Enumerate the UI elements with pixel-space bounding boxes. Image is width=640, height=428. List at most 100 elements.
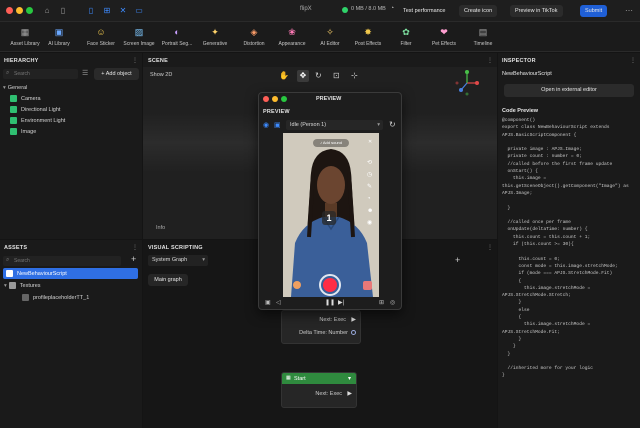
flip-camera-icon[interactable]: ⟲ — [367, 157, 373, 169]
tool-timeline[interactable]: ▤ Timeline — [458, 24, 508, 50]
code-line: @component() — [502, 118, 536, 123]
ai-editor-icon: ✧ — [326, 27, 334, 37]
settings-icon[interactable]: ◎ — [390, 299, 395, 306]
texture-icon — [22, 294, 29, 302]
code-line: if (mode === APJS.StretchMode.Fit) — [502, 271, 613, 277]
code-line: else — [502, 307, 530, 313]
panel-menu-icon[interactable]: ⋮ — [132, 244, 138, 251]
generative-icon: ✦ — [211, 27, 219, 37]
filters-icon[interactable]: ◔ — [367, 193, 373, 205]
more-icon[interactable]: ⋯ — [624, 6, 634, 16]
filter-icon[interactable]: ☰ — [82, 69, 88, 77]
pivot-tool-icon[interactable]: ⊹ — [351, 71, 358, 80]
minimize-window-button[interactable] — [272, 96, 278, 102]
sound-icon[interactable]: ◁ — [276, 299, 281, 306]
panel-icon[interactable]: ▭ — [134, 6, 144, 16]
tools-icon[interactable]: ✕ — [118, 6, 128, 16]
add-sound-button[interactable]: ♪ Add sound — [313, 139, 349, 147]
panel-menu-icon[interactable]: ⋮ — [630, 57, 636, 64]
phone-preview[interactable]: ♪ Add sound ✕ ⟲ ◷ ✎ ◔ ☻ ◉ 1 — [283, 133, 379, 297]
asset-item-script-selected[interactable]: NewBehaviourScript — [3, 268, 138, 279]
close-window-button[interactable] — [6, 7, 13, 14]
code-line: //inherited more for your logic — [502, 366, 593, 372]
submit-button[interactable]: Submit — [580, 5, 608, 17]
effects-icon[interactable]: ☻ — [367, 205, 373, 217]
axis-gizmo-icon[interactable] — [453, 69, 481, 97]
close-icon[interactable]: ✕ — [368, 139, 372, 145]
library-icon: ▦ — [20, 27, 30, 37]
upload-button[interactable] — [363, 281, 372, 290]
screenshot-icon[interactable]: ▣ — [265, 299, 271, 306]
timer-icon[interactable]: ◷ — [367, 169, 373, 181]
preview-panel-label: PREVIEW — [263, 109, 290, 115]
show-2d-toggle[interactable]: Show 2D — [150, 72, 172, 78]
scale-tool-icon[interactable]: ⊡ — [333, 71, 340, 80]
minimize-window-button[interactable] — [16, 7, 23, 14]
record-icon[interactable]: ▣ — [274, 121, 281, 129]
graph-select[interactable]: System Graph ▾ — [148, 255, 208, 266]
tree-item-environment-light[interactable]: Environment Light — [10, 116, 65, 127]
code-line: this.count = this.count + 1; — [502, 234, 591, 240]
refresh-icon[interactable]: ↻ — [389, 120, 396, 129]
mobile-preview-icon[interactable]: ▯ — [86, 6, 96, 16]
device-icon[interactable]: ▯ — [58, 6, 68, 16]
memory-readout: 0 MB / 8.0 MB — [351, 6, 386, 12]
main-graph-tab[interactable]: Main graph — [148, 274, 188, 286]
panel-menu-icon[interactable]: ⋮ — [132, 57, 138, 64]
panel-menu-icon[interactable]: ⋮ — [487, 57, 493, 64]
exec-port-icon[interactable]: ▶ — [351, 316, 356, 323]
image-icon — [10, 128, 17, 136]
tree-item-image[interactable]: Image — [10, 127, 36, 138]
home-icon[interactable]: ⌂ — [42, 6, 52, 16]
exec-port-icon[interactable]: ▶ — [347, 390, 352, 397]
code-line: if (this.count >= 30){ — [502, 242, 574, 248]
assets-search-input[interactable]: ⌕ Search — [3, 256, 121, 266]
rotate-tool-icon[interactable]: ↻ — [315, 71, 322, 80]
move-tool-icon[interactable]: ✥ — [297, 70, 309, 82]
start-node[interactable]: ▦ Start ▾ Next: Exec ▶ — [281, 372, 357, 408]
number-port-icon[interactable] — [351, 330, 356, 335]
hand-tool-icon[interactable]: ✋ — [279, 71, 289, 80]
hierarchy-search-input[interactable]: ⌕ Search — [3, 69, 78, 79]
tree-item-camera[interactable]: Camera — [10, 94, 41, 105]
panel-menu-icon[interactable]: ⋮ — [487, 244, 493, 251]
pet-effects-icon: ❤ — [440, 27, 448, 37]
tree-item-directional-light[interactable]: Directional Light — [10, 105, 60, 116]
code-line: { — [502, 315, 522, 321]
add-node-icon[interactable]: + — [455, 255, 460, 265]
pause-icon[interactable]: ❚❚ — [325, 299, 335, 306]
code-line: } — [502, 351, 511, 357]
record-button[interactable] — [319, 274, 341, 296]
create-icon-button[interactable]: Create icon — [459, 5, 498, 17]
maximize-window-button[interactable] — [281, 96, 287, 102]
layout-icon[interactable]: ⊞ — [102, 6, 112, 16]
update-node[interactable]: Next: Exec ▶ Delta Time: Number — [281, 310, 361, 344]
beauty-icon[interactable]: ✎ — [367, 181, 373, 193]
effects-button[interactable] — [293, 281, 301, 289]
grid-icon[interactable]: ⊞ — [379, 299, 384, 306]
add-object-button[interactable]: + Add object — [94, 68, 139, 80]
countdown-badge: 1 — [322, 211, 336, 225]
preview-target-select[interactable]: Idle (Person 1) ▾ — [286, 120, 383, 130]
code-line: const mode = this.image.stretchMode; — [502, 263, 618, 269]
close-window-button[interactable] — [263, 96, 269, 102]
code-line: this.getSceneObject().getComponent("Imag… — [502, 183, 629, 189]
step-icon[interactable]: ▶| — [338, 299, 344, 306]
portrait-icon: ◐ — [174, 27, 180, 37]
camera-icon[interactable]: ◉ — [263, 121, 269, 129]
preview-window[interactable]: PREVIEW PREVIEW ◉ ▣ Idle (Person 1) ▾ ↻ … — [258, 92, 402, 310]
chevron-down-icon: ▾ — [377, 122, 380, 128]
asset-item-texture[interactable]: profileplaceholderTT_1 — [22, 293, 89, 304]
preview-in-tiktok-button[interactable]: Preview in TikTok — [510, 5, 563, 17]
asset-folder-textures[interactable]: ▾ Textures — [4, 281, 41, 292]
tree-group-general[interactable]: ▾ General — [3, 83, 27, 94]
code-line: { — [502, 278, 522, 284]
open-external-editor-button[interactable]: Open in external editor — [504, 84, 634, 97]
maximize-window-button[interactable] — [26, 7, 33, 14]
add-asset-icon[interactable]: + — [131, 254, 136, 264]
test-performance-button[interactable]: Test performance — [398, 5, 451, 17]
more-icon[interactable]: ◉ — [367, 217, 373, 229]
info-label[interactable]: Info — [156, 225, 165, 231]
